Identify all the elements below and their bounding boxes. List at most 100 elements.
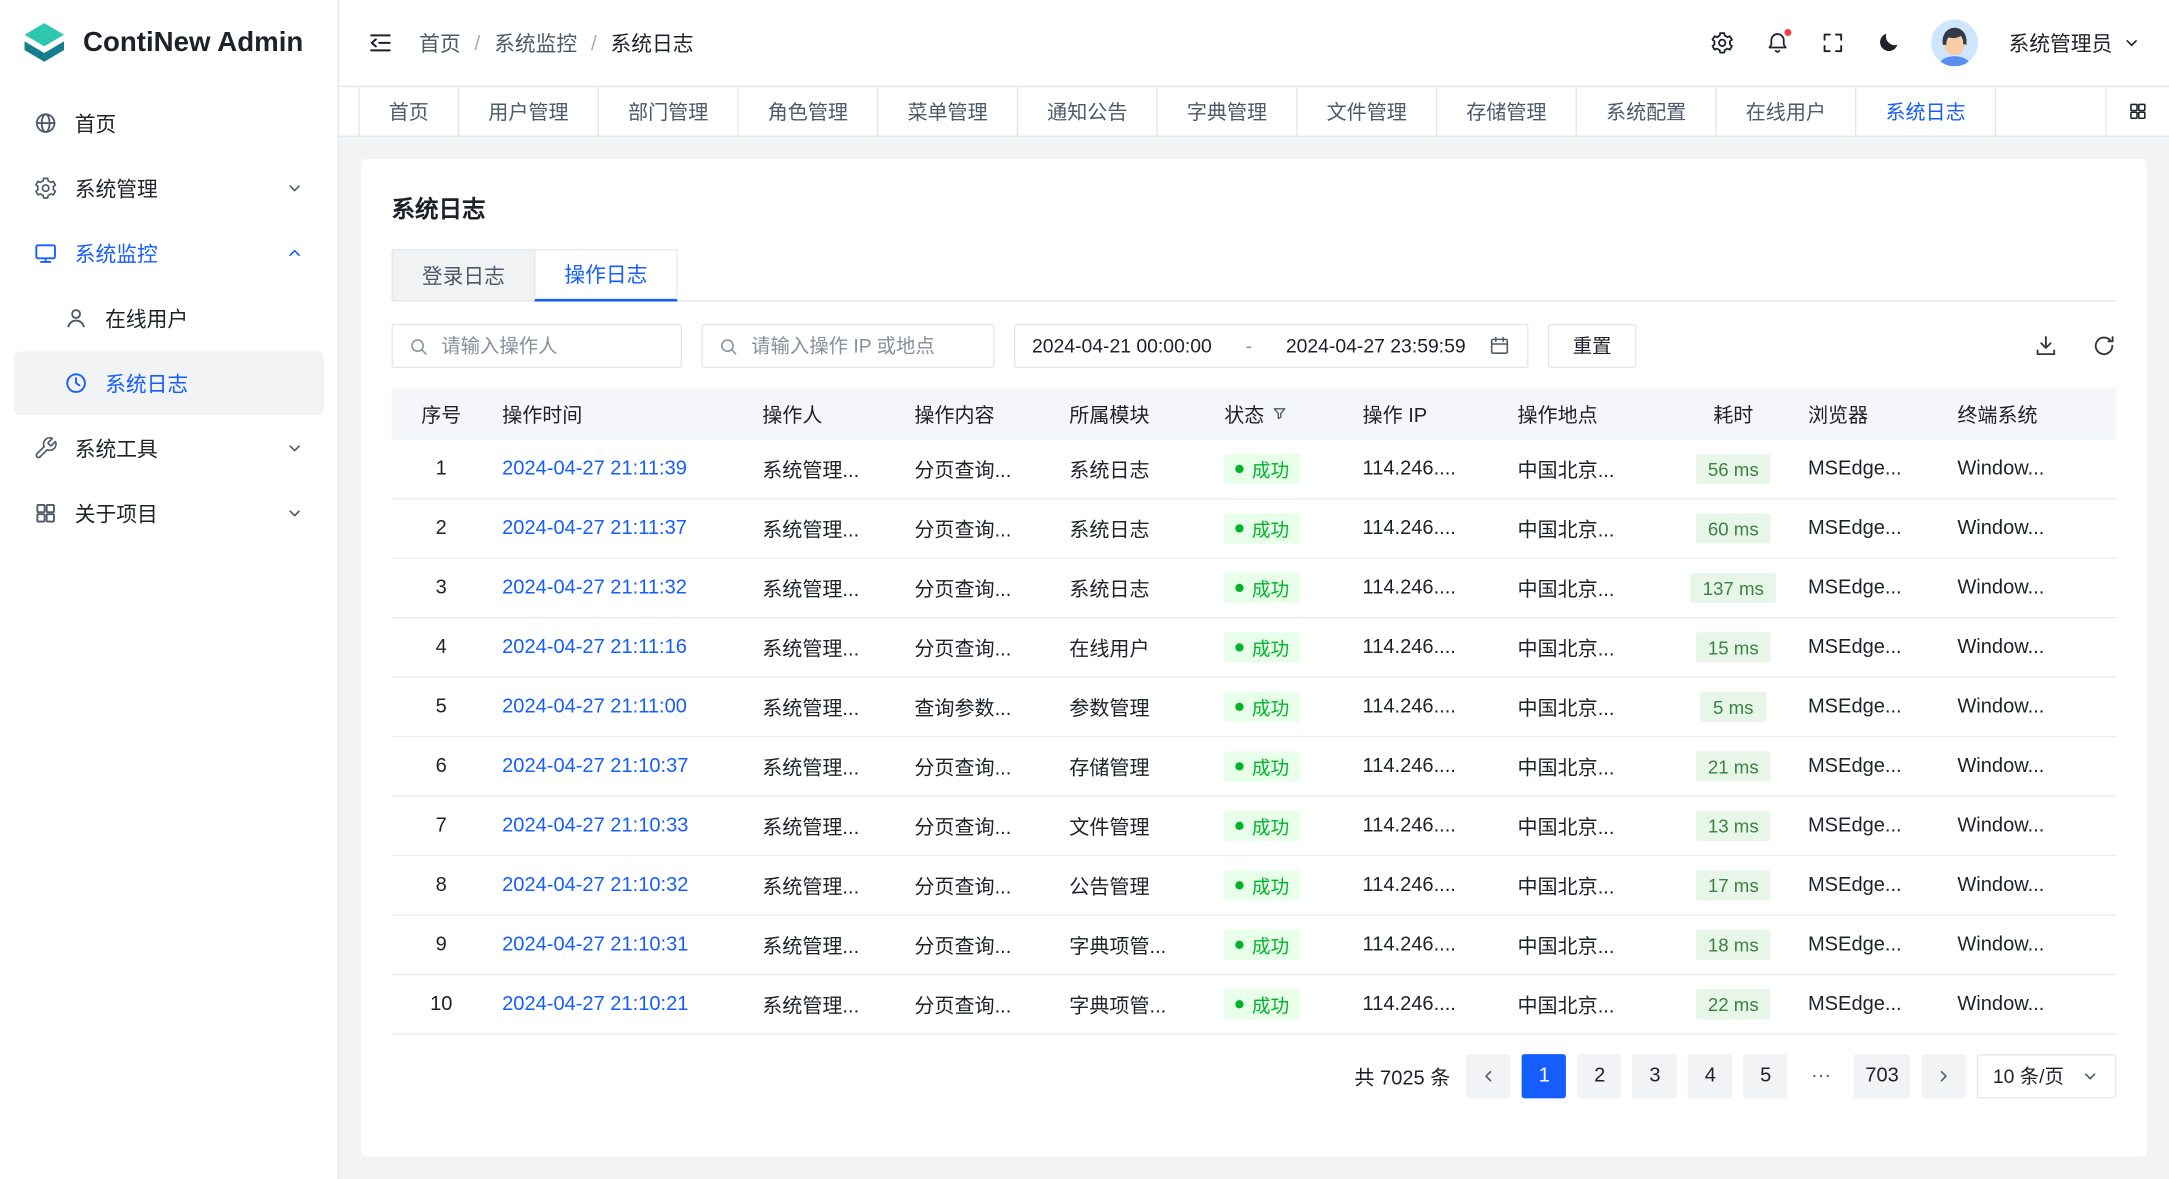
pagination-ellipsis[interactable]: ···: [1799, 1054, 1843, 1098]
settings-icon[interactable]: [1710, 30, 1735, 55]
date-range-picker[interactable]: 2024-04-21 00:00:00 - 2024-04-27 23:59:5…: [1014, 324, 1529, 368]
table-row: 82024-04-27 21:10:32系统管理...分页查询...公告管理成功…: [391, 856, 2116, 915]
operation-time-link[interactable]: 2024-04-27 21:10:31: [502, 934, 688, 956]
notifications-bell-icon[interactable]: [1765, 30, 1790, 55]
pagination-page-button[interactable]: 5: [1744, 1054, 1788, 1098]
globe-icon: [33, 111, 58, 136]
operation-time-link[interactable]: 2024-04-27 21:11:32: [502, 577, 687, 599]
cell-module: 字典项管...: [1058, 930, 1213, 959]
cell-browser: MSEdge...: [1797, 636, 1946, 658]
cell-index: 6: [391, 755, 491, 777]
status-dot-icon: [1235, 703, 1243, 711]
operation-time-link[interactable]: 2024-04-27 21:11:39: [502, 458, 687, 480]
pagination-page-button[interactable]: 703: [1854, 1054, 1910, 1098]
fullscreen-icon[interactable]: [1820, 30, 1845, 55]
sidebar-item-system-monitor[interactable]: 系统监控: [14, 221, 324, 285]
column-header-label: 操作人: [762, 399, 822, 428]
operation-time-link[interactable]: 2024-04-27 21:10:21: [502, 993, 688, 1015]
tabbar-actions-button[interactable]: [2105, 87, 2169, 135]
cell-time: 2024-04-27 21:11:37: [491, 517, 751, 539]
operation-time-link[interactable]: 2024-04-27 21:10:33: [502, 815, 688, 837]
sidebar-item-home[interactable]: 首页: [14, 91, 324, 155]
menu-fold-icon[interactable]: [367, 29, 395, 57]
tab-operation-log[interactable]: 操作日志: [534, 249, 678, 302]
tabbar-tab[interactable]: 字典管理: [1158, 87, 1298, 135]
cell-operator: 系统管理...: [751, 871, 903, 900]
column-header-module: 所属模块: [1058, 399, 1213, 428]
tabbar-tab[interactable]: 在线用户: [1717, 87, 1857, 135]
dark-mode-moon-icon[interactable]: [1876, 30, 1901, 55]
pagination-page-button[interactable]: 1: [1522, 1054, 1566, 1098]
clock-icon: [64, 371, 89, 396]
breadcrumb-item[interactable]: 系统监控: [494, 28, 577, 57]
sidebar-item-about-project[interactable]: 关于项目: [14, 481, 324, 545]
tabbar-tab[interactable]: 文件管理: [1298, 87, 1438, 135]
cell-index: 10: [391, 993, 491, 1015]
app-logo[interactable]: ContiNew Admin: [0, 0, 338, 86]
cell-index: 4: [391, 636, 491, 658]
user-menu[interactable]: 系统管理员: [2009, 28, 2142, 57]
cell-location: 中国北京...: [1506, 871, 1669, 900]
tabbar-tab[interactable]: 首页: [358, 87, 459, 135]
pagination-total: 共 7025 条: [1354, 1062, 1450, 1091]
cell-ip: 114.246....: [1351, 755, 1506, 777]
sidebar-item-system-logs[interactable]: 系统日志: [14, 351, 324, 415]
operation-time-link[interactable]: 2024-04-27 21:11:37: [502, 517, 687, 539]
filter-icon[interactable]: [1271, 405, 1288, 422]
cell-location: 中国北京...: [1506, 633, 1669, 662]
user-avatar[interactable]: [1931, 19, 1978, 66]
pagination-page-button[interactable]: 3: [1633, 1054, 1677, 1098]
breadcrumb-item[interactable]: 系统日志: [611, 28, 694, 57]
pagination-next-button[interactable]: [1921, 1054, 1965, 1098]
operator-search-input[interactable]: [441, 335, 665, 357]
operation-time-link[interactable]: 2024-04-27 21:10:32: [502, 874, 688, 896]
tab-login-log[interactable]: 登录日志: [391, 249, 535, 302]
ip-search-input[interactable]: [751, 335, 978, 357]
page-size-value: 10 条/页: [1993, 1062, 2064, 1090]
cell-ip: 114.246....: [1351, 577, 1506, 599]
cell-browser: MSEdge...: [1797, 696, 1946, 718]
sidebar-item-online-users[interactable]: 在线用户: [14, 286, 324, 350]
status-label: 成功: [1252, 753, 1289, 781]
refresh-button[interactable]: [2092, 333, 2117, 358]
wrench-icon: [33, 436, 58, 461]
cell-content: 分页查询...: [903, 514, 1058, 543]
download-button[interactable]: [2033, 333, 2058, 358]
tabbar-tab[interactable]: 用户管理: [459, 87, 599, 135]
cell-status: 成功: [1213, 870, 1351, 900]
tabbar-tab[interactable]: 角色管理: [739, 87, 879, 135]
tabbar-tab[interactable]: 系统日志: [1856, 87, 1996, 135]
status-badge: 成功: [1224, 632, 1300, 662]
page-size-select[interactable]: 10 条/页: [1976, 1054, 2116, 1098]
operation-time-link[interactable]: 2024-04-27 21:10:37: [502, 755, 688, 777]
breadcrumb-item[interactable]: 首页: [419, 28, 461, 57]
cell-module: 文件管理: [1058, 811, 1213, 840]
operation-time-link[interactable]: 2024-04-27 21:11:16: [502, 636, 687, 658]
cell-time: 2024-04-27 21:10:33: [491, 815, 751, 837]
pagination-page-button[interactable]: 2: [1578, 1054, 1622, 1098]
tabbar-tab[interactable]: 通知公告: [1018, 87, 1158, 135]
table-body: 12024-04-27 21:11:39系统管理...分页查询...系统日志成功…: [391, 440, 2116, 1035]
column-header-os: 终端系统: [1946, 399, 2116, 428]
cell-os: Window...: [1946, 934, 2116, 956]
search-icon: [718, 335, 739, 356]
duration-badge: 22 ms: [1695, 989, 1771, 1019]
column-header-time: 操作时间: [491, 399, 751, 428]
tabbar-tab[interactable]: 系统配置: [1577, 87, 1717, 135]
cell-index: 8: [391, 874, 491, 896]
cell-location: 中国北京...: [1506, 811, 1669, 840]
pagination-prev-button[interactable]: [1467, 1054, 1511, 1098]
cell-operator: 系统管理...: [751, 930, 903, 959]
reset-button[interactable]: 重置: [1548, 324, 1637, 368]
tabbar-tab[interactable]: 部门管理: [599, 87, 739, 135]
cell-status: 成功: [1213, 513, 1351, 543]
sidebar-item-system-tools[interactable]: 系统工具: [14, 416, 324, 480]
tabbar-tab[interactable]: 存储管理: [1437, 87, 1577, 135]
sidebar-item-system-management[interactable]: 系统管理: [14, 156, 324, 220]
operation-time-link[interactable]: 2024-04-27 21:11:00: [502, 696, 687, 718]
status-badge: 成功: [1224, 573, 1300, 603]
pagination-page-button[interactable]: 4: [1688, 1054, 1732, 1098]
tabbar-tab[interactable]: 菜单管理: [878, 87, 1018, 135]
cell-ip: 114.246....: [1351, 458, 1506, 480]
sidebar-item-label: 系统工具: [75, 434, 158, 463]
